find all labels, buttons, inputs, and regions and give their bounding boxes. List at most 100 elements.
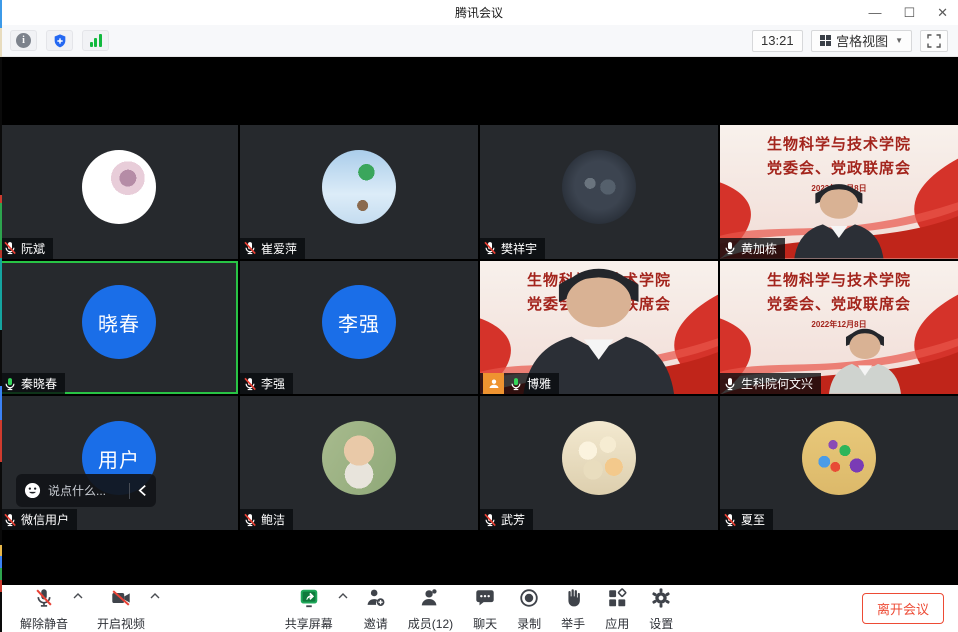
toolbar-button[interactable]: 录制	[513, 584, 545, 632]
meeting-timer: 13:21	[752, 30, 803, 52]
toolbar-button[interactable]: 开启视频	[93, 584, 149, 632]
toolbar-button[interactable]: 共享屏幕	[281, 584, 337, 632]
participant-name-label: 夏至	[720, 509, 773, 530]
participant-tile[interactable]: 生物科学与技术学院 党委会、党政联席会 2022年12月8日	[480, 261, 718, 395]
chevron-up-icon[interactable]	[73, 593, 83, 599]
share-screen-icon	[298, 587, 320, 609]
banner-line2: 党委会、党政联席会	[720, 293, 958, 314]
view-mode-label: 宫格视图	[836, 31, 888, 50]
mic-muted-icon	[33, 587, 55, 609]
participant-name: 鲍洁	[261, 511, 285, 528]
toolbar-button[interactable]: 聊天	[469, 584, 501, 632]
participant-tile[interactable]: 阮斌	[0, 125, 238, 259]
flowers-avatar	[562, 421, 636, 495]
participant-name: 崔爱萍	[261, 240, 297, 257]
participant-name-label: 武芳	[480, 509, 533, 530]
toolbar-button[interactable]: 邀请	[360, 584, 392, 632]
mic-status-icon	[3, 513, 17, 527]
bottom-toolbar: 解除静音 开启视频 共享屏幕	[0, 585, 958, 632]
portrait-avatar	[322, 421, 396, 495]
mic-status-icon	[243, 377, 257, 391]
toolbar-left-group: 解除静音 开启视频	[16, 584, 160, 632]
invite-icon	[365, 587, 387, 609]
participant-name-label: 李强	[240, 373, 293, 394]
minimize-button[interactable]: —	[868, 6, 881, 19]
participant-tile[interactable]: 夏至	[720, 396, 958, 530]
window-controls: — ☐ ✕	[868, 0, 948, 25]
participant-name-label: 阮斌	[0, 238, 53, 259]
toolbar-button-label: 聊天	[473, 615, 497, 632]
toolbar-button-label: 开启视频	[97, 615, 145, 632]
participant-name-label: 崔爱萍	[240, 238, 305, 259]
meeting-top-bar: i 13:21 宫格视图 ▼	[0, 25, 958, 57]
participant-tile[interactable]: 用户 微信用户 说点什么...	[0, 396, 238, 530]
host-person-icon	[487, 377, 501, 391]
maximize-button[interactable]: ☐	[903, 6, 915, 19]
chevron-up-icon[interactable]	[150, 593, 160, 599]
mic-status-icon	[243, 513, 257, 527]
banner-line1: 生物科学与技术学院	[720, 269, 958, 290]
sky-avatar	[322, 150, 396, 224]
mic-status-icon	[483, 241, 497, 255]
desktop-edge-sliver	[0, 0, 2, 632]
mic-status-icon	[3, 377, 17, 391]
toolbar-button-label: 举手	[561, 615, 585, 632]
window-title: 腾讯会议	[0, 4, 958, 21]
close-button[interactable]: ✕	[937, 6, 948, 19]
shield-plus-icon	[52, 33, 68, 49]
toolbar-button-label: 录制	[517, 615, 541, 632]
participant-silhouette	[815, 319, 915, 394]
network-status-button[interactable]	[82, 30, 109, 51]
participant-name: 阮斌	[21, 240, 45, 257]
participant-name: 武芳	[501, 511, 525, 528]
participant-tile[interactable]: 晓春 秦晓春	[0, 261, 238, 395]
rabbit-avatar	[82, 150, 156, 224]
participant-tile[interactable]: 生物科学与技术学院 党委会、党政联席会 2022年12月8日	[720, 125, 958, 259]
members-icon	[419, 587, 441, 609]
participant-tile[interactable]: 樊祥宇	[480, 125, 718, 259]
chat-icon	[474, 587, 496, 609]
toolbar-button[interactable]: 解除静音	[16, 584, 72, 632]
participant-tile[interactable]: 生物科学与技术学院 党委会、党政联席会 2022年12月8日	[720, 261, 958, 395]
chat-input-placeholder[interactable]: 说点什么...	[48, 482, 122, 499]
video-grid: 阮斌 崔爱萍	[0, 125, 958, 530]
chat-quick-input[interactable]: 说点什么...	[16, 474, 156, 507]
status-icons: i	[10, 30, 109, 51]
toolbar-button[interactable]: 应用	[601, 584, 633, 632]
toolbar-button[interactable]: 设置	[645, 584, 677, 632]
settings-icon	[650, 587, 672, 609]
participant-name: 生科院何文兴	[741, 375, 813, 392]
participant-name: 夏至	[741, 511, 765, 528]
meeting-info-button[interactable]: i	[10, 30, 37, 51]
action-avatar	[562, 150, 636, 224]
participant-name: 李强	[261, 375, 285, 392]
collapse-left-icon[interactable]	[137, 484, 148, 497]
participant-name-label: 微信用户	[0, 509, 77, 530]
participant-name-label: 樊祥宇	[480, 238, 545, 259]
participant-tile[interactable]: 鲍洁	[240, 396, 478, 530]
chevron-up-icon[interactable]	[338, 593, 348, 599]
fullscreen-icon	[927, 34, 941, 48]
leave-meeting-button[interactable]: 离开会议	[862, 593, 944, 624]
mic-status-icon	[723, 377, 737, 391]
mic-status-icon	[243, 241, 257, 255]
participant-name-label: 秦晓春	[0, 373, 65, 394]
participant-name: 微信用户	[21, 511, 69, 528]
view-mode-selector[interactable]: 宫格视图 ▼	[811, 30, 912, 52]
mic-status-icon	[483, 513, 497, 527]
emoji-icon[interactable]	[24, 482, 41, 499]
toolbar-button[interactable]: 成员(12)	[404, 584, 457, 632]
fullscreen-button[interactable]	[920, 30, 948, 52]
toolbar-button[interactable]: 举手	[557, 584, 589, 632]
toolbar-button-label: 解除静音	[20, 615, 68, 632]
security-button[interactable]	[46, 30, 73, 51]
toolbar-button-label: 应用	[605, 615, 629, 632]
participant-tile[interactable]: 武芳	[480, 396, 718, 530]
toolbar-center-group: 共享屏幕 邀请 成员(12) 聊天	[281, 584, 677, 632]
host-badge	[483, 373, 504, 394]
participant-name-label: 黄加栋	[720, 238, 785, 259]
participant-tile[interactable]: 李强 李强	[240, 261, 478, 395]
participant-tile[interactable]: 崔爱萍	[240, 125, 478, 259]
participant-name: 博雅	[527, 375, 551, 392]
toolbar-button-label: 共享屏幕	[285, 615, 333, 632]
